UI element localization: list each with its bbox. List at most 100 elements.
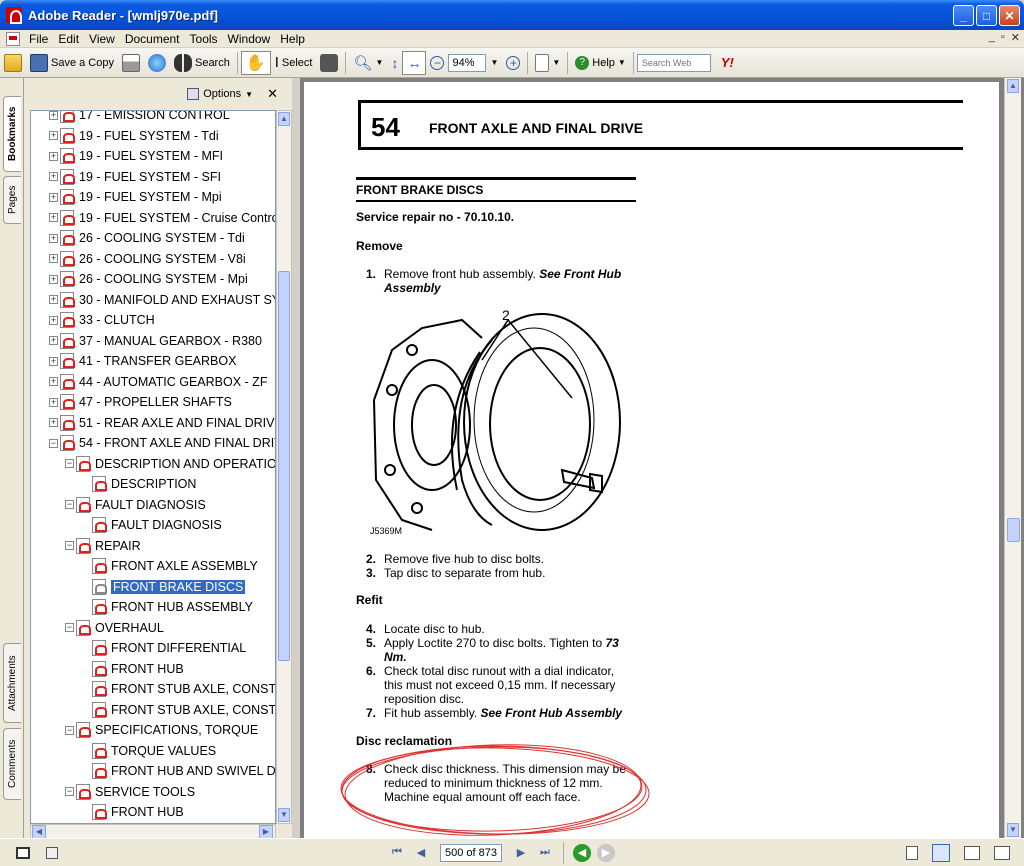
bookmark-item[interactable]: DESCRIPTION xyxy=(81,474,196,494)
zoom-out-button[interactable]: − xyxy=(426,51,448,75)
expand-icon[interactable]: + xyxy=(49,233,58,243)
doc-scroll-up-arrow[interactable]: ▲ xyxy=(1007,79,1019,93)
expand-icon[interactable]: + xyxy=(49,336,58,345)
search-button[interactable]: Search xyxy=(170,51,234,75)
snapshot-tool-button[interactable] xyxy=(316,51,342,75)
previous-page-button[interactable]: ◀ xyxy=(412,844,430,862)
bookmark-item[interactable]: − SERVICE TOOLS xyxy=(65,782,195,802)
scroll-thumb[interactable] xyxy=(278,271,290,661)
open-button[interactable] xyxy=(0,51,26,75)
help-dropdown-icon[interactable]: ▼ xyxy=(618,58,626,67)
dropdown-arrow-icon[interactable]: ▼ xyxy=(376,58,384,67)
monitor-icon[interactable] xyxy=(16,846,30,859)
collapse-icon[interactable]: − xyxy=(65,541,74,550)
menu-tools[interactable]: Tools xyxy=(185,32,223,46)
search-web-input[interactable] xyxy=(636,53,711,72)
collapse-icon[interactable]: − xyxy=(65,725,74,735)
document-icon[interactable] xyxy=(6,31,20,46)
bookmark-item[interactable]: +19 - FUEL SYSTEM - MFI xyxy=(49,146,223,166)
go-back-button[interactable]: ◀ xyxy=(573,843,591,862)
doc-scroll-thumb[interactable] xyxy=(1007,518,1020,542)
expand-icon[interactable]: + xyxy=(49,356,58,366)
bookmark-item[interactable]: +19 - FUEL SYSTEM - SFI xyxy=(49,167,221,187)
panel-splitter[interactable] xyxy=(292,78,300,838)
maximize-button[interactable]: □ xyxy=(976,5,997,26)
tab-comments[interactable]: Comments xyxy=(3,728,21,800)
hand-tool-button[interactable]: ✋ xyxy=(240,50,271,75)
bookmark-item[interactable]: +26 - COOLING SYSTEM - V8i xyxy=(49,249,246,269)
expand-icon[interactable]: + xyxy=(49,131,58,140)
email-button[interactable] xyxy=(144,51,170,75)
bookmark-scrollbar[interactable]: ▲ ▼ xyxy=(276,110,292,824)
bookmark-item[interactable]: +26 - COOLING SYSTEM - Mpi xyxy=(49,269,248,289)
rotate-view-button[interactable]: ▼ xyxy=(531,51,564,75)
bookmark-item[interactable]: − SPECIFICATIONS, TORQUE xyxy=(65,720,258,740)
bookmark-item[interactable]: − FAULT DIAGNOSIS xyxy=(65,495,206,515)
bookmark-item[interactable]: +51 - REAR AXLE AND FINAL DRIV xyxy=(49,413,274,433)
close-button[interactable]: ✕ xyxy=(999,5,1020,26)
bookmark-item[interactable]: +47 - PROPELLER SHAFTS xyxy=(49,392,232,412)
zoom-dropdown-icon[interactable]: ▼ xyxy=(490,58,498,67)
collapse-icon[interactable]: − xyxy=(65,500,74,509)
front-hub-assembly-link[interactable]: See Front Hub Assembly xyxy=(480,706,622,720)
bookmark-item[interactable]: +30 - MANIFOLD AND EXHAUST SY xyxy=(49,290,275,310)
fit-page-button[interactable]: ↕ xyxy=(387,51,402,75)
bookmark-item[interactable]: FAULT DIAGNOSIS xyxy=(81,515,222,535)
panel-toggle-icon[interactable] xyxy=(46,846,58,859)
bookmark-item[interactable]: FRONT HUB xyxy=(81,802,184,822)
first-page-button[interactable]: ⏮ xyxy=(388,844,406,862)
doc-close-button[interactable]: ✕ xyxy=(1011,31,1020,44)
bookmark-item[interactable]: +19 - FUEL SYSTEM - Mpi xyxy=(49,187,222,207)
options-menu[interactable]: Options ▼ xyxy=(187,88,253,100)
bookmark-item[interactable]: FRONT HUB xyxy=(81,659,184,679)
page-number-input[interactable] xyxy=(440,843,502,862)
bookmark-item[interactable]: +19 - FUEL SYSTEM - Cruise Contro xyxy=(49,208,275,228)
bookmark-item[interactable]: − DESCRIPTION AND OPERATIO xyxy=(65,454,275,474)
document-scrollbar[interactable]: ▲ ▼ xyxy=(1004,78,1021,838)
bookmark-item[interactable]: − REPAIR xyxy=(65,536,141,556)
last-page-button[interactable]: ⏭ xyxy=(536,844,554,862)
bookmark-item[interactable]: FRONT AXLE ASSEMBLY xyxy=(81,556,258,576)
bookmark-item[interactable]: FRONT HUB AND SWIVEL D xyxy=(81,761,275,781)
save-copy-button[interactable]: Save a Copy xyxy=(26,51,118,75)
bookmark-item[interactable]: FRONT HUB ASSEMBLY xyxy=(81,597,253,617)
zoom-level-input[interactable] xyxy=(448,53,487,72)
scroll-down-arrow[interactable]: ▼ xyxy=(278,808,290,822)
bookmark-item[interactable]: +33 - CLUTCH xyxy=(49,310,155,330)
collapse-icon[interactable]: − xyxy=(65,459,74,468)
bookmark-item[interactable]: +44 - AUTOMATIC GEARBOX - ZF xyxy=(49,372,267,392)
bookmark-item[interactable]: +41 - TRANSFER GEARBOX xyxy=(49,351,236,371)
select-tool-button[interactable]: Ⅰ Select xyxy=(271,51,317,75)
bookmark-item[interactable]: − OVERHAUL xyxy=(65,618,164,638)
bookmark-item[interactable]: +26 - COOLING SYSTEM - Tdi xyxy=(49,228,245,248)
menu-file[interactable]: File xyxy=(24,32,53,46)
close-panel-icon[interactable]: ✕ xyxy=(267,86,278,102)
expand-icon[interactable]: + xyxy=(49,172,58,181)
red-circle-annotation[interactable] xyxy=(334,740,654,840)
expand-icon[interactable]: + xyxy=(49,151,58,161)
bookmark-item[interactable]: TORQUE VALUES xyxy=(81,741,216,761)
doc-scroll-down-arrow[interactable]: ▼ xyxy=(1007,823,1019,837)
expand-icon[interactable]: + xyxy=(49,295,58,304)
continuous-facing-icon[interactable] xyxy=(994,845,1010,860)
doc-restore-button[interactable]: ▫ xyxy=(1001,31,1005,44)
expand-icon[interactable]: + xyxy=(49,111,58,120)
expand-icon[interactable]: + xyxy=(49,377,58,386)
bookmark-item[interactable]: +17 - EMISSION CONTROL xyxy=(49,111,230,125)
menu-help[interactable]: Help xyxy=(275,32,310,46)
go-forward-button[interactable]: ▶ xyxy=(597,843,615,862)
help-button[interactable]: ? Help ▼ xyxy=(571,51,630,75)
rotate-dropdown-icon[interactable]: ▼ xyxy=(552,58,560,67)
scroll-left-arrow[interactable]: ◀ xyxy=(32,825,46,839)
fit-width-button[interactable]: ↔ xyxy=(402,50,427,75)
menu-edit[interactable]: Edit xyxy=(53,32,84,46)
menu-window[interactable]: Window xyxy=(223,32,276,46)
single-page-icon[interactable] xyxy=(906,845,918,860)
expand-icon[interactable]: + xyxy=(49,274,58,284)
bookmark-item[interactable]: FRONT BRAKE DISCS xyxy=(81,577,246,597)
bookmark-item[interactable]: FRONT STUB AXLE, CONSTA xyxy=(81,700,275,720)
tab-pages[interactable]: Pages xyxy=(3,176,21,224)
expand-icon[interactable]: + xyxy=(49,213,58,222)
menu-view[interactable]: View xyxy=(84,32,120,46)
next-page-button[interactable]: ▶ xyxy=(512,844,530,862)
